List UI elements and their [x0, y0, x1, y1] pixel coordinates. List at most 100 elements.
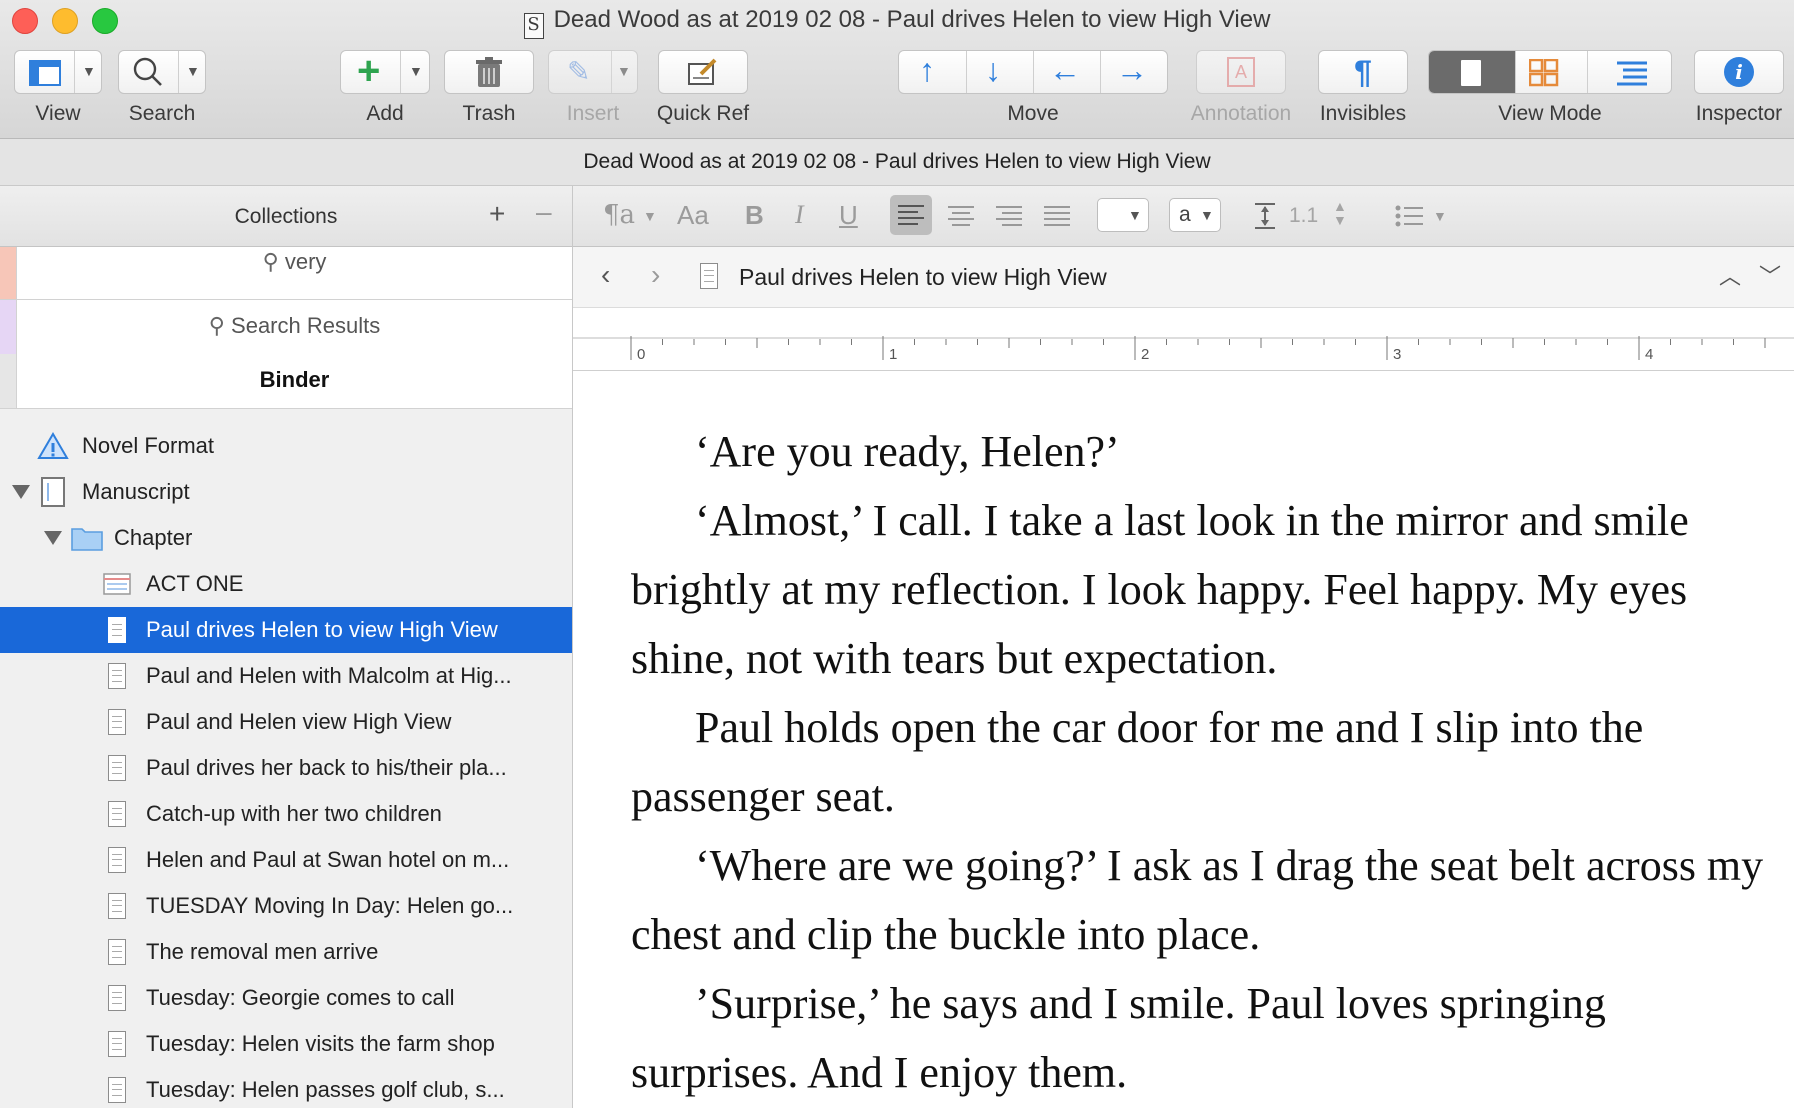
align-left-button[interactable]	[890, 195, 932, 235]
split-divider	[178, 51, 179, 93]
collection-tab-search-results[interactable]: ⚲ Search Results	[0, 300, 572, 355]
text-ruler[interactable]: 0 1 2 3 4	[573, 308, 1794, 371]
window-title-text: Dead Wood as at 2019 02 08 - Paul drives…	[553, 6, 1271, 33]
trash-button[interactable]	[444, 50, 534, 94]
search-icon: ⚲	[208, 313, 225, 338]
trash-label: Trash	[462, 102, 516, 125]
document-icon	[1461, 60, 1481, 86]
invisibles-button[interactable]: ¶	[1318, 50, 1408, 94]
collection-search-field[interactable]: ⚲ very	[16, 247, 572, 299]
binder-item-moving-in-day[interactable]: TUESDAY Moving In Day: Helen go...	[0, 883, 572, 929]
arrow-left-icon[interactable]: ←	[1049, 52, 1081, 89]
binder-item-manuscript[interactable]: Manuscript	[0, 469, 572, 515]
split-divider	[74, 51, 75, 93]
binder-item-label: Paul and Helen with Malcolm at Hig...	[146, 663, 512, 688]
line-spacing-icon	[1255, 203, 1275, 229]
collections-header: Collections + –	[0, 186, 572, 247]
binder-item-chapter[interactable]: Chapter	[0, 515, 572, 561]
collection-tab-binder[interactable]: Binder	[0, 354, 572, 409]
binder-item-label: Paul and Helen view High View	[146, 709, 452, 734]
binder-item-georgie[interactable]: Tuesday: Georgie comes to call	[0, 975, 572, 1021]
previous-document-icon[interactable]: ︿	[1719, 259, 1741, 291]
text-editor[interactable]: ‘Are you ready, Helen?’ ‘Almost,’ I call…	[573, 371, 1794, 1108]
justify-icon[interactable]	[1044, 205, 1070, 227]
view-mode-label: View Mode	[1498, 102, 1602, 125]
binder-item-label: Chapter	[114, 525, 193, 550]
move-label: Move	[1007, 102, 1059, 125]
view-label: View	[35, 102, 81, 125]
split-divider	[1033, 51, 1034, 93]
binder-item-paul-helen-malcolm[interactable]: Paul and Helen with Malcolm at Hig...	[0, 653, 572, 699]
view-button[interactable]: ▼	[14, 50, 102, 94]
binder-item-novel-format[interactable]: Novel Format	[0, 423, 572, 469]
document-icon	[108, 985, 126, 1011]
line-spacing-value: 1.1	[1289, 204, 1319, 227]
list-bullets-icon[interactable]	[1395, 205, 1423, 227]
arrow-down-icon[interactable]: ↓	[985, 52, 1001, 89]
document-icon	[108, 1031, 126, 1057]
chevron-down-icon[interactable]: ▼	[643, 208, 657, 224]
collection-tab-very[interactable]: ⚲ very	[0, 247, 572, 300]
ruler-ticks	[573, 336, 1794, 360]
editor-header-bar: ‹ › Paul drives Helen to view High View …	[573, 247, 1794, 308]
binder-item-label: Paul drives Helen to view High View	[146, 617, 498, 642]
back-arrow-icon[interactable]: ‹	[601, 259, 610, 291]
add-collection-button[interactable]: +	[489, 198, 505, 230]
binder-item-label: ACT ONE	[146, 571, 244, 596]
highlight-popup[interactable]: a ▼	[1169, 198, 1221, 232]
arrow-right-icon[interactable]: →	[1116, 52, 1148, 89]
add-button[interactable]: + ▼	[340, 49, 430, 94]
binder-item-paul-helen-view[interactable]: Paul and Helen view High View	[0, 699, 572, 745]
binder-item-label: Catch-up with her two children	[146, 801, 442, 826]
binder-item-swan-hotel[interactable]: Helen and Paul at Swan hotel on m...	[0, 837, 572, 883]
window-title: S Dead Wood as at 2019 02 08 - Paul drive…	[0, 6, 1794, 39]
align-center-icon[interactable]	[948, 205, 974, 227]
forward-arrow-icon[interactable]: ›	[651, 259, 660, 291]
collection-label: very	[284, 249, 327, 274]
disclosure-triangle-icon[interactable]	[12, 485, 30, 499]
collection-color-stripe	[0, 247, 16, 299]
view-mode-document-button[interactable]	[1429, 51, 1515, 93]
index-card-icon	[103, 573, 131, 595]
italic-icon[interactable]: I	[795, 200, 804, 230]
binder-item-act-one[interactable]: ACT ONE	[0, 561, 572, 607]
chevron-down-icon[interactable]: ▼	[1433, 208, 1447, 224]
next-document-icon[interactable]: ﹀	[1759, 259, 1781, 291]
corkboard-grid-icon[interactable]	[1529, 59, 1559, 87]
remove-collection-button[interactable]: –	[536, 196, 552, 228]
paragraph-style-icon[interactable]: ¶a	[603, 200, 635, 230]
outline-list-icon[interactable]	[1615, 59, 1649, 87]
search-icon: ⚲	[262, 249, 279, 274]
line-spacing-field[interactable]: 1.1 ▲ ▼	[1281, 198, 1355, 232]
document-icon	[700, 263, 718, 289]
bold-icon[interactable]: B	[745, 200, 764, 231]
search-button[interactable]: ▼	[118, 50, 206, 94]
binder-item-removal-men[interactable]: The removal men arrive	[0, 929, 572, 975]
text-color-popup[interactable]: ▼	[1097, 198, 1149, 232]
chevron-down-icon: ▼	[617, 63, 631, 79]
paragraph: ‘Are you ready, Helen?’	[695, 427, 1120, 476]
binder-item-paul-drives-back[interactable]: Paul drives her back to his/their pla...	[0, 745, 572, 791]
document-path-bar: Dead Wood as at 2019 02 08 - Paul drives…	[0, 139, 1794, 186]
inspector-button[interactable]: i	[1694, 50, 1784, 94]
editor-document-title[interactable]: Paul drives Helen to view High View	[739, 264, 1107, 291]
binder-item-label: Novel Format	[82, 433, 215, 458]
paperclip-icon: ✎	[567, 56, 591, 87]
quick-ref-button[interactable]	[658, 50, 748, 94]
annotation-label: Annotation	[1190, 102, 1292, 125]
binder-item-paul-drives-helen[interactable]: Paul drives Helen to view High View	[0, 607, 572, 653]
underline-icon[interactable]: U	[839, 200, 858, 231]
stepper-icon[interactable]: ▲ ▼	[1333, 199, 1347, 227]
annotation-button[interactable]: A	[1196, 50, 1286, 94]
align-right-icon[interactable]	[996, 205, 1022, 227]
binder-item-farm-shop[interactable]: Tuesday: Helen visits the farm shop	[0, 1021, 572, 1067]
disclosure-triangle-icon[interactable]	[44, 531, 62, 545]
plus-icon: +	[357, 49, 381, 93]
chevron-down-icon: ▼	[1128, 207, 1142, 223]
arrow-up-icon[interactable]: ↑	[919, 52, 935, 89]
font-size-icon[interactable]: Aa	[677, 200, 709, 231]
binder-item-catch-up[interactable]: Catch-up with her two children	[0, 791, 572, 837]
binder-item-golf-club[interactable]: Tuesday: Helen passes golf club, s...	[0, 1067, 572, 1108]
search-label: Search	[128, 102, 196, 125]
insert-button[interactable]: ✎ ▼	[548, 50, 638, 94]
